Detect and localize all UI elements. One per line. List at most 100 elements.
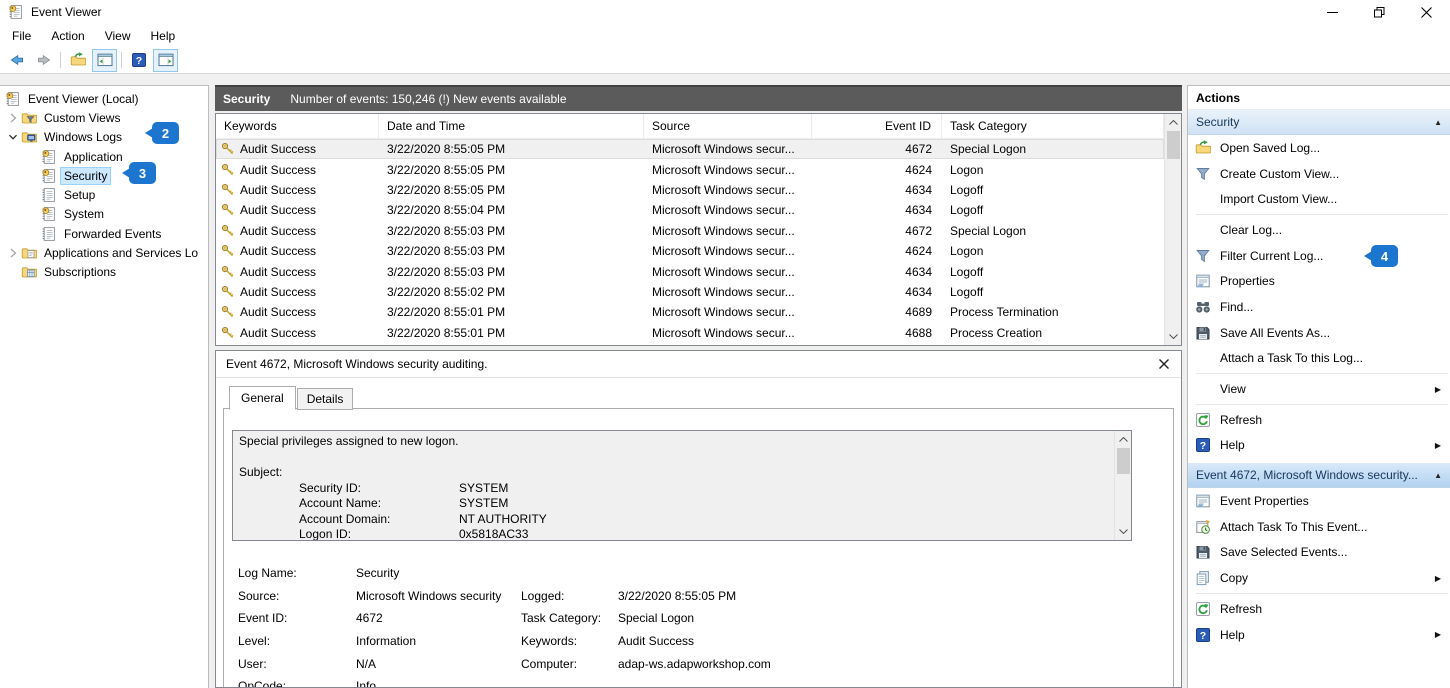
action-save-all-events-as[interactable]: Save All Events As...	[1188, 320, 1450, 346]
key-icon	[221, 142, 235, 156]
description-scrollbar[interactable]	[1114, 431, 1131, 540]
close-preview-icon[interactable]	[1159, 359, 1169, 369]
scrollbar-thumb[interactable]	[1117, 448, 1130, 474]
table-row[interactable]: Audit Success 3/22/2020 8:55:03 PM Micro…	[216, 241, 1164, 261]
field-value: adap-ws.adapworkshop.com	[618, 657, 1173, 671]
action-create-custom-view[interactable]: Create Custom View...	[1188, 161, 1450, 187]
action-clear-log[interactable]: Clear Log...	[1188, 217, 1450, 243]
tree-item-subscriptions[interactable]: Subscriptions	[0, 263, 208, 282]
tree-item-applications-and-services-logs[interactable]: Applications and Services Lo	[0, 243, 208, 262]
cell-task-category: Logoff	[942, 265, 1164, 279]
tree-root-event-viewer-local[interactable]: Event Viewer (Local)	[0, 89, 208, 108]
action-attach-task-to-event[interactable]: Attach Task To This Event...	[1188, 514, 1450, 540]
minimize-button[interactable]	[1309, 0, 1356, 24]
key-icon	[221, 265, 235, 279]
column-header-source[interactable]: Source	[644, 114, 812, 138]
scrollbar-thumb[interactable]	[1167, 131, 1180, 159]
tab-details[interactable]: Details	[297, 388, 354, 410]
chevron-right-icon[interactable]	[5, 110, 21, 126]
table-row[interactable]: Audit Success 3/22/2020 8:55:05 PM Micro…	[216, 180, 1164, 200]
tree-label: Subscriptions	[41, 264, 119, 280]
column-header-keywords[interactable]: Keywords	[216, 114, 379, 138]
action-open-saved-log[interactable]: Open Saved Log...	[1188, 135, 1450, 161]
properties-icon	[1195, 493, 1211, 509]
menu-view[interactable]: View	[95, 25, 141, 47]
tree-item-security[interactable]: Security	[0, 166, 208, 185]
table-row[interactable]: Audit Success 3/22/2020 8:55:05 PM Micro…	[216, 159, 1164, 179]
restore-button[interactable]	[1356, 0, 1403, 24]
help-button[interactable]	[126, 49, 151, 72]
table-row[interactable]: Audit Success 3/22/2020 8:55:01 PM Micro…	[216, 323, 1164, 343]
tab-general[interactable]: General	[229, 386, 296, 410]
desc-field-label: Account Domain:	[299, 512, 459, 528]
toolbar	[0, 47, 1450, 74]
table-row[interactable]: Audit Success 3/22/2020 8:55:05 PM Micro…	[216, 139, 1164, 159]
action-copy[interactable]: Copy ▶	[1188, 565, 1450, 591]
collapse-icon[interactable]: ▲	[1434, 471, 1442, 480]
menu-action[interactable]: Action	[41, 25, 94, 47]
field-label: Task Category:	[521, 611, 618, 625]
action-help[interactable]: Help ▶	[1188, 433, 1450, 459]
scroll-up-icon[interactable]	[1115, 431, 1132, 448]
table-row[interactable]: Audit Success 3/22/2020 8:55:01 PM Micro…	[216, 302, 1164, 322]
properties-icon	[1195, 273, 1211, 289]
subject-label: Subject:	[239, 465, 1114, 481]
menu-file[interactable]: File	[2, 25, 41, 47]
show-console-tree-button[interactable]	[92, 49, 117, 72]
refresh-icon	[1195, 412, 1211, 428]
action-refresh[interactable]: Refresh	[1188, 407, 1450, 433]
preview-header: Event 4672, Microsoft Windows security a…	[216, 351, 1181, 378]
action-filter-current-log[interactable]: Filter Current Log...	[1188, 243, 1450, 269]
chevron-right-icon[interactable]	[5, 245, 21, 261]
show-action-pane-button[interactable]	[153, 49, 178, 72]
action-properties[interactable]: Properties	[1188, 268, 1450, 294]
action-view[interactable]: View ▶	[1188, 376, 1450, 402]
collapse-icon[interactable]: ▲	[1434, 118, 1442, 127]
action-help-event[interactable]: Help ▶	[1188, 622, 1450, 648]
table-scrollbar[interactable]	[1164, 114, 1181, 345]
event-viewer-icon	[5, 91, 21, 107]
table-row[interactable]: Audit Success 3/22/2020 8:55:02 PM Micro…	[216, 282, 1164, 302]
table-row[interactable]: Audit Success 3/22/2020 8:55:04 PM Micro…	[216, 200, 1164, 220]
tree-item-forwarded-events[interactable]: Forwarded Events	[0, 224, 208, 243]
column-header-task-category[interactable]: Task Category	[942, 114, 1164, 138]
tree-item-application[interactable]: Application	[0, 147, 208, 166]
cell-keywords: Audit Success	[240, 265, 316, 279]
cell-task-category: Logoff	[942, 285, 1164, 299]
cell-keywords: Audit Success	[240, 203, 316, 217]
action-attach-task-to-log[interactable]: Attach a Task To this Log...	[1188, 346, 1450, 372]
action-refresh-event[interactable]: Refresh	[1188, 596, 1450, 622]
task-icon	[1195, 519, 1211, 535]
action-event-properties[interactable]: Event Properties	[1188, 488, 1450, 514]
chevron-down-icon[interactable]	[5, 129, 21, 145]
tree-item-system[interactable]: System	[0, 205, 208, 224]
filter-icon	[1195, 166, 1211, 182]
actions-section-security[interactable]: Security ▲	[1188, 110, 1450, 135]
cell-datetime: 3/22/2020 8:55:03 PM	[379, 265, 644, 279]
table-row[interactable]: Audit Success 3/22/2020 8:55:03 PM Micro…	[216, 221, 1164, 241]
column-header-event-id[interactable]: Event ID	[812, 114, 942, 138]
cell-event-id: 4672	[812, 224, 942, 238]
key-icon	[221, 203, 235, 217]
action-save-selected-events[interactable]: Save Selected Events...	[1188, 540, 1450, 566]
back-button[interactable]	[4, 49, 29, 72]
submenu-arrow-icon: ▶	[1435, 630, 1441, 639]
tree-label: Applications and Services Lo	[41, 245, 201, 261]
close-button[interactable]	[1403, 0, 1450, 24]
cell-keywords: Audit Success	[240, 305, 316, 319]
results-pane: Security Number of events: 150,246 (!) N…	[215, 85, 1182, 688]
scroll-down-icon[interactable]	[1115, 523, 1132, 540]
action-import-custom-view[interactable]: Import Custom View...	[1188, 186, 1450, 212]
table-row[interactable]: Audit Success 3/22/2020 8:55:03 PM Micro…	[216, 261, 1164, 281]
forward-button[interactable]	[31, 49, 56, 72]
open-saved-log-button[interactable]	[65, 49, 90, 72]
scroll-down-icon[interactable]	[1165, 328, 1182, 345]
scroll-up-icon[interactable]	[1165, 114, 1182, 131]
tree-item-setup[interactable]: Setup	[0, 185, 208, 204]
column-header-datetime[interactable]: Date and Time	[379, 114, 644, 138]
menu-help[interactable]: Help	[141, 25, 186, 47]
actions-title: Actions	[1188, 86, 1450, 110]
action-find[interactable]: Find...	[1188, 294, 1450, 320]
event-table: Keywords Date and Time Source Event ID T…	[215, 113, 1182, 346]
actions-section-event[interactable]: Event 4672, Microsoft Windows security..…	[1188, 463, 1450, 488]
